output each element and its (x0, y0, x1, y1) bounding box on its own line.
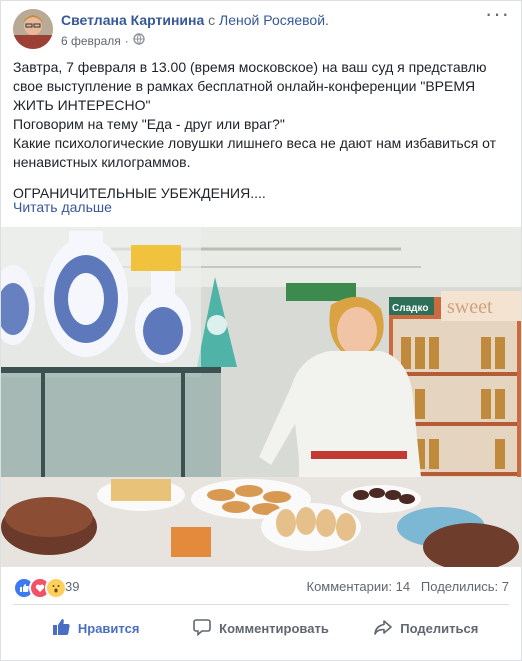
comment-button[interactable]: Комментировать (178, 607, 343, 649)
reaction-icons[interactable] (13, 577, 67, 599)
author-line: Светлана Картинина с Леной Росяевой. (61, 12, 329, 28)
wow-reaction-icon (45, 577, 67, 599)
like-button[interactable]: Нравится (13, 607, 178, 649)
sweet-sign: sweet (447, 296, 493, 318)
share-button[interactable]: Поделиться (344, 607, 509, 649)
post-stats: 39 Комментарии: 14 Поделились: 7 (13, 571, 509, 601)
thumbs-up-icon (52, 618, 70, 639)
share-label: Поделиться (400, 620, 479, 636)
action-bar: Нравится Комментировать Поделиться (13, 607, 509, 649)
read-more-link[interactable]: Читать дальше (13, 199, 112, 215)
post-text-line: Завтра, 7 февраля в 13.00 (время московс… (13, 59, 487, 75)
share-icon (374, 618, 393, 639)
post-photo[interactable]: sweet Сладко cookies choko sweet (1, 227, 521, 567)
post-text: Завтра, 7 февраля в 13.00 (время московс… (13, 58, 509, 203)
divider (13, 604, 509, 605)
globe-icon (133, 33, 145, 48)
comments-count[interactable]: Комментарии: 14 (307, 579, 411, 594)
with-word: с (208, 12, 216, 28)
shares-count[interactable]: Поделились: 7 (421, 579, 509, 594)
post-text-line: ненавистных килограммов. (13, 154, 191, 170)
like-label: Нравится (77, 620, 140, 636)
post-text-line: свое выступление в рамках бесплатной онл… (13, 78, 476, 94)
comment-icon (193, 618, 211, 639)
comment-label: Комментировать (219, 620, 329, 636)
avatar[interactable] (13, 9, 53, 49)
post-text-line: Какие психологические ловушки лишнего ве… (13, 135, 497, 151)
post-date[interactable]: 6 февраля (61, 34, 121, 48)
coauthor-name[interactable]: Леной Росяевой. (219, 12, 329, 28)
reaction-count[interactable]: 39 (65, 579, 79, 594)
author-name[interactable]: Светлана Картинина (61, 12, 204, 28)
sladko-sign: Сладко (392, 303, 428, 314)
post-meta: 6 февраля · (61, 33, 145, 48)
more-options-button[interactable]: ··· (485, 3, 509, 27)
post-card: Светлана Картинина с Леной Росяевой. 6 ф… (0, 0, 522, 661)
post-header: Светлана Картинина с Леной Росяевой. 6 ф… (13, 3, 509, 53)
post-text-line: ЖИТЬ ИНТЕРЕСНО" (13, 97, 151, 113)
post-text-line: Поговорим на тему "Еда - друг или враг?" (13, 116, 285, 132)
stats-right: Комментарии: 14 Поделились: 7 (307, 579, 510, 594)
meta-dot: · (124, 33, 129, 48)
